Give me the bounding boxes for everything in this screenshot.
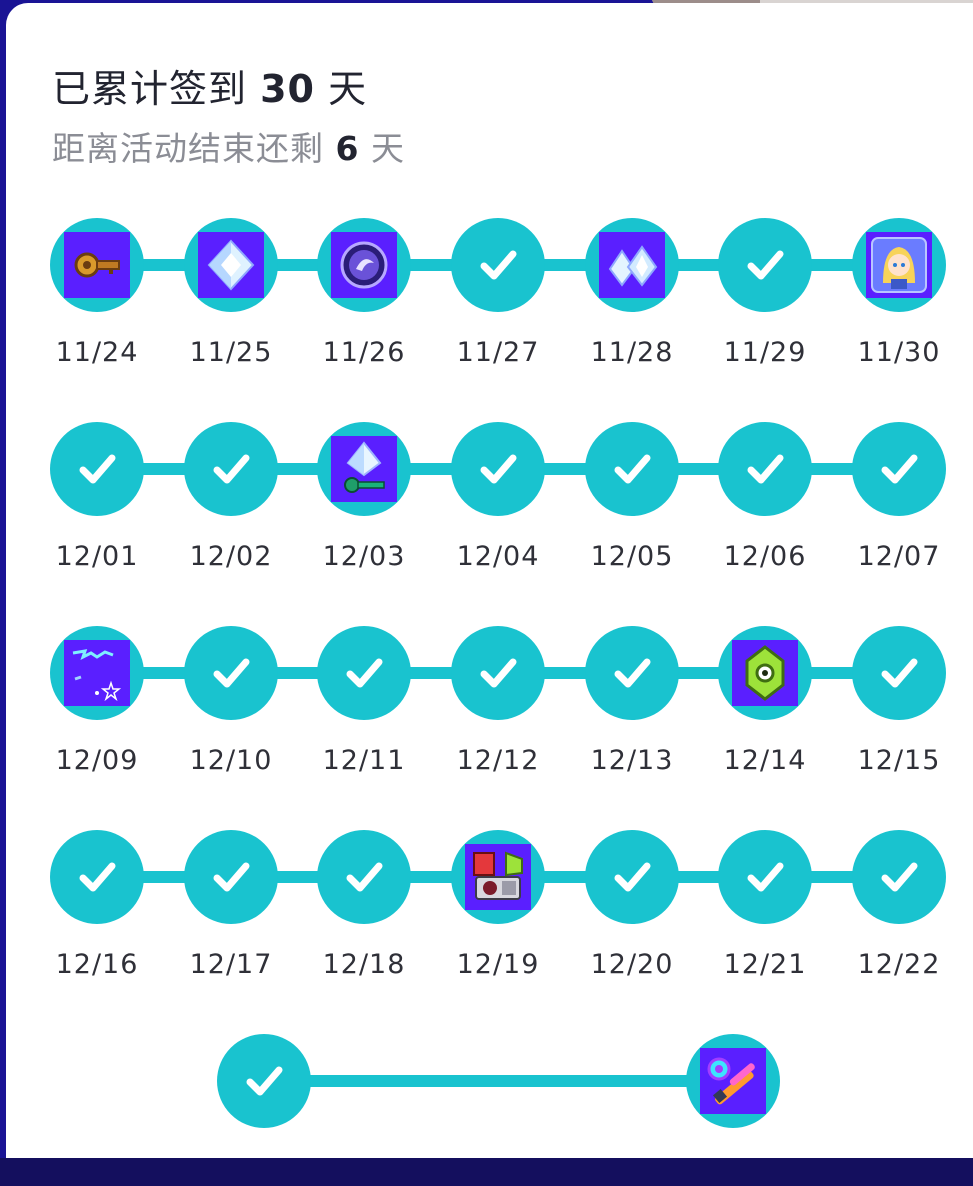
check-icon: [609, 650, 655, 696]
day-reward-node[interactable]: [50, 626, 144, 720]
day-checked-node[interactable]: [718, 830, 812, 924]
check-icon: [742, 446, 788, 492]
day-date-label: 12/21: [723, 949, 807, 980]
day-reward-node[interactable]: [451, 830, 545, 924]
day-date-label: 12/14: [723, 745, 807, 776]
check-icon: [74, 446, 120, 492]
day-checked-node[interactable]: [217, 1034, 311, 1128]
gpu-icon: [465, 844, 531, 910]
day-checked-node[interactable]: [184, 830, 278, 924]
day-date-label: 11/24: [55, 337, 139, 368]
check-icon: [475, 446, 521, 492]
day-date-label: 12/09: [55, 745, 139, 776]
check-icon: [475, 242, 521, 288]
day-date-label: 12/22: [857, 949, 941, 980]
character-icon: [866, 232, 932, 298]
day-date-label: 11/25: [189, 337, 273, 368]
bottom-bar: [0, 1158, 973, 1186]
day-reward-node[interactable]: [50, 218, 144, 312]
weapon-icon: [700, 1048, 766, 1114]
day-date-label: 12/05: [590, 541, 674, 572]
day-date-label: 12/20: [590, 949, 674, 980]
day-reward-node[interactable]: [585, 218, 679, 312]
crystals-icon: [599, 232, 665, 298]
graffiti-icon: [64, 640, 130, 706]
day-date-label: 11/26: [322, 337, 406, 368]
check-icon: [208, 650, 254, 696]
day-checked-node[interactable]: [852, 626, 946, 720]
day-checked-node[interactable]: [451, 626, 545, 720]
day-reward-node[interactable]: [317, 422, 411, 516]
day-date-label: 11/28: [590, 337, 674, 368]
day-date-label: 12/16: [55, 949, 139, 980]
check-icon: [609, 854, 655, 900]
day-reward-node[interactable]: [184, 218, 278, 312]
day-checked-node[interactable]: [184, 626, 278, 720]
day-checked-node[interactable]: [50, 830, 144, 924]
day-checked-node[interactable]: [317, 830, 411, 924]
day-date-label: 12/07: [857, 541, 941, 572]
check-icon: [241, 1058, 287, 1104]
check-icon: [208, 446, 254, 492]
green-gem-icon: [732, 640, 798, 706]
day-date-label: 12/13: [590, 745, 674, 776]
day-reward-node[interactable]: [852, 218, 946, 312]
day-date-label: 12/11: [322, 745, 406, 776]
check-icon: [341, 854, 387, 900]
day-date-label: 12/12: [456, 745, 540, 776]
day-checked-node[interactable]: [852, 422, 946, 516]
check-icon: [742, 242, 788, 288]
day-date-label: 11/30: [857, 337, 941, 368]
day-date-label: 11/27: [456, 337, 540, 368]
crystal-icon: [198, 232, 264, 298]
check-icon: [341, 650, 387, 696]
check-icon: [208, 854, 254, 900]
orb-icon: [331, 232, 397, 298]
day-checked-node[interactable]: [317, 626, 411, 720]
key-icon: [64, 232, 130, 298]
check-icon: [74, 854, 120, 900]
day-date-label: 12/19: [456, 949, 540, 980]
day-date-label: 12/01: [55, 541, 139, 572]
check-icon: [876, 854, 922, 900]
check-icon: [876, 446, 922, 492]
day-checked-node[interactable]: [451, 422, 545, 516]
crystal-key-icon: [331, 436, 397, 502]
day-date-label: 12/15: [857, 745, 941, 776]
day-checked-node[interactable]: [585, 830, 679, 924]
day-checked-node[interactable]: [50, 422, 144, 516]
day-date-label: 12/17: [189, 949, 273, 980]
day-checked-node[interactable]: [184, 422, 278, 516]
check-icon: [742, 854, 788, 900]
day-date-label: 12/10: [189, 745, 273, 776]
day-checked-node[interactable]: [585, 626, 679, 720]
day-checked-node[interactable]: [451, 218, 545, 312]
check-icon: [609, 446, 655, 492]
day-date-label: 12/04: [456, 541, 540, 572]
day-checked-node[interactable]: [585, 422, 679, 516]
checkin-calendar: 11/24 11/25 11/26 11/27 11/28 11/29 11/30 12/01…: [0, 0, 973, 1160]
day-date-label: 12/18: [322, 949, 406, 980]
day-checked-node[interactable]: [718, 422, 812, 516]
day-date-label: 12/06: [723, 541, 807, 572]
day-reward-node[interactable]: [718, 626, 812, 720]
day-checked-node[interactable]: [718, 218, 812, 312]
progress-connector: [264, 1075, 733, 1087]
day-reward-node[interactable]: [686, 1034, 780, 1128]
day-date-label: 12/03: [322, 541, 406, 572]
day-date-label: 12/02: [189, 541, 273, 572]
day-reward-node[interactable]: [317, 218, 411, 312]
check-icon: [876, 650, 922, 696]
day-date-label: 11/29: [723, 337, 807, 368]
check-icon: [475, 650, 521, 696]
day-checked-node[interactable]: [852, 830, 946, 924]
